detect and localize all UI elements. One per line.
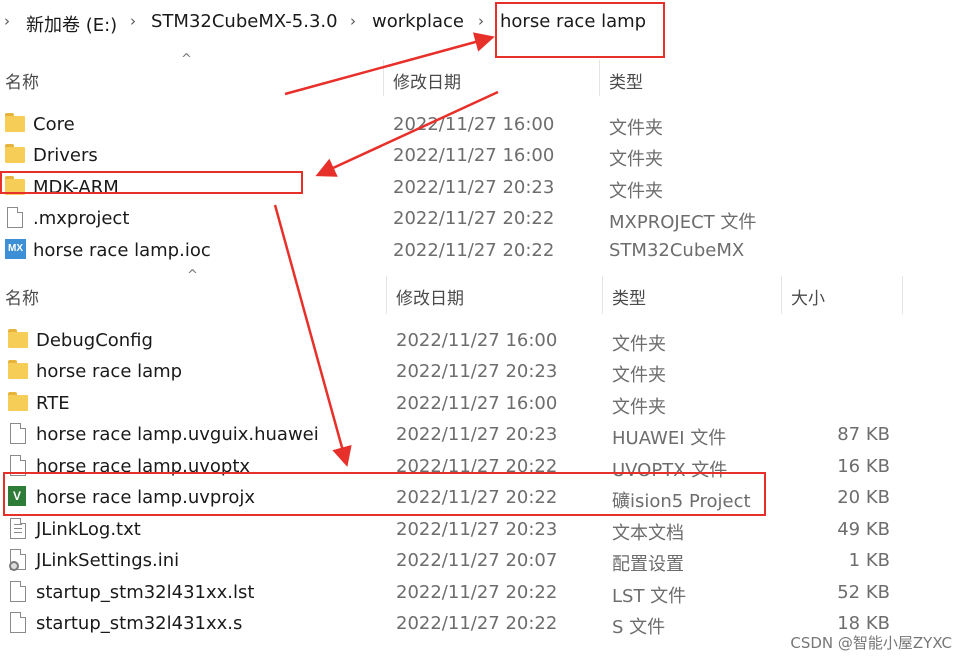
arrow-to-uvprojx [273,204,352,467]
arrow-to-mdk-arm [315,90,499,177]
annotation-arrows [273,32,499,467]
arrow-to-current-folder [284,32,495,96]
watermark: CSDN @智能小屋ZYXC [790,634,952,652]
